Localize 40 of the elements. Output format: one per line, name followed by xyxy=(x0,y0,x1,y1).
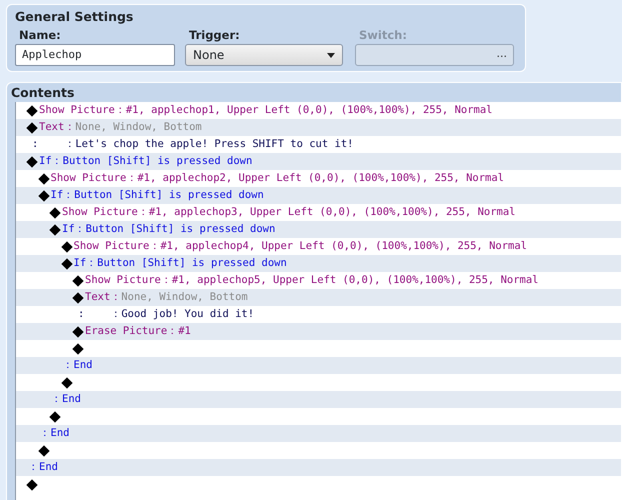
command-label: Show Picture： xyxy=(39,102,126,118)
panel-title: General Settings xyxy=(15,8,134,26)
trigger-label: Trigger: xyxy=(188,26,241,44)
panel-title: Contents xyxy=(11,84,76,102)
line-marker: : xyxy=(78,306,84,322)
command-label: If： xyxy=(50,188,74,203)
command-label: Show Picture： xyxy=(62,204,149,220)
command-params: #1, applechop5, Upper Left (0,0), (100%,100%), 255, Normal xyxy=(172,272,539,288)
command-label: If： xyxy=(74,256,98,271)
name-label: Name: xyxy=(18,26,62,44)
message-text: ：Let's chop the apple! Press SHIFT to cut it! xyxy=(64,136,354,152)
command-params: #1, applechop4, Upper Left (0,0), (100%,100%), 255, Normal xyxy=(160,238,528,254)
command-label: If： xyxy=(62,222,86,237)
command-params: Button [Shift] is pressed down xyxy=(97,256,287,271)
command-label: Erase Picture： xyxy=(85,324,178,339)
end-marker: ：End xyxy=(40,426,70,441)
command-params: #1, applechop2, Upper Left (0,0), (100%,100%), 255, Normal xyxy=(137,170,504,186)
name-field[interactable]: Applechop xyxy=(15,44,175,66)
command-params: #1 xyxy=(178,324,191,339)
command-label: Text： xyxy=(85,290,122,305)
command-params: Button [Shift] is pressed down xyxy=(74,188,264,203)
command-label: Show Picture： xyxy=(85,272,172,288)
trigger-dropdown[interactable]: None xyxy=(185,44,343,66)
command-params: Button [Shift] is pressed down xyxy=(62,154,252,169)
end-marker: ：End xyxy=(51,392,81,407)
command-params: #1, applechop1, Upper Left (0,0), (100%,100%), 255, Normal xyxy=(126,102,493,118)
message-text: ：Good job! You did it! xyxy=(110,306,254,322)
command-params: None, Window, Bottom xyxy=(121,290,248,305)
caret-icon xyxy=(327,52,335,58)
command-params: Button [Shift] is pressed down xyxy=(86,222,276,237)
command-params: None, Window, Bottom xyxy=(75,120,202,135)
command-params: #1, applechop3, Upper Left (0,0), (100%,100%), 255, Normal xyxy=(148,204,516,220)
end-marker: ：End xyxy=(62,358,92,373)
command-label: Text： xyxy=(39,120,76,135)
command-label: Show Picture： xyxy=(50,170,138,186)
command-label: If： xyxy=(39,154,63,169)
end-marker: ：End xyxy=(28,460,58,475)
command-label: Show Picture： xyxy=(74,238,160,254)
switch-label: Switch: xyxy=(358,26,408,44)
line-marker: : xyxy=(32,136,38,152)
